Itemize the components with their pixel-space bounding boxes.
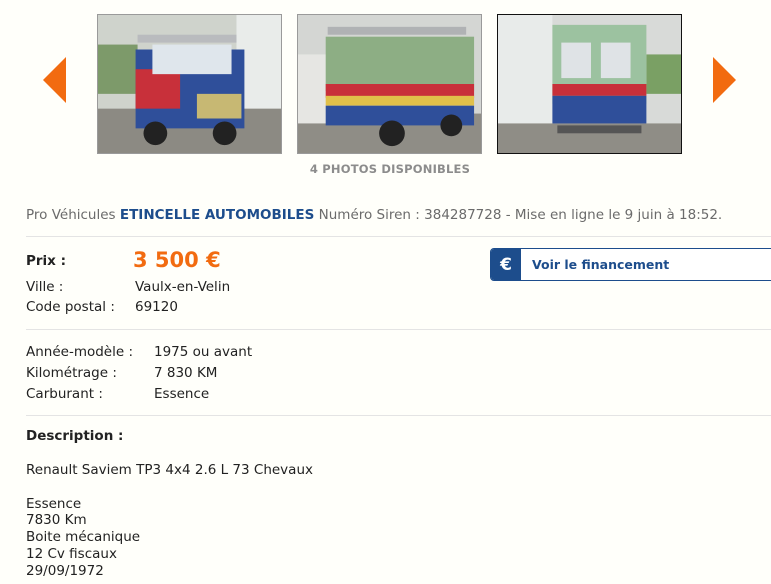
postal-label: Code postal : — [26, 299, 115, 315]
divider — [26, 329, 771, 330]
divider — [26, 415, 771, 416]
vehicle-photo-1[interactable] — [97, 14, 282, 154]
price-label: Prix : — [26, 253, 66, 269]
mileage-label: Kilométrage : — [26, 365, 117, 381]
description-line: 29/09/1972 — [26, 563, 104, 579]
seller-info: Pro Véhicules ETINCELLE AUTOMOBILES Numé… — [26, 207, 771, 223]
description-line: Essence — [26, 496, 82, 512]
seller-name-link[interactable]: ETINCELLE AUTOMOBILES — [120, 207, 314, 223]
chevron-left-icon[interactable] — [43, 57, 66, 103]
year-label: Année-modèle : — [26, 344, 134, 360]
description-line: 7830 Km — [26, 512, 87, 528]
description-heading: Description : — [26, 428, 124, 444]
listing-page: 4 PHOTOS DISPONIBLES Pro Véhicules ETINC… — [0, 0, 771, 584]
description-line: 12 Cv fiscaux — [26, 546, 117, 562]
year-value: 1975 ou avant — [154, 344, 253, 360]
chevron-right-icon[interactable] — [713, 57, 736, 103]
price-value: 3 500 € — [133, 248, 221, 272]
siren-value: 384287728 — [424, 207, 502, 223]
posted-date: - Mise en ligne le 9 juin à 18:52. — [505, 207, 723, 223]
description-title: Renault Saviem TP3 4x4 2.6 L 73 Chevaux — [26, 462, 313, 478]
postal-value: 69120 — [135, 299, 178, 315]
seller-type: Pro Véhicules — [26, 207, 116, 223]
fuel-value: Essence — [154, 386, 210, 402]
city-value: Vaulx-en-Velin — [135, 279, 231, 295]
city-label: Ville : — [26, 279, 64, 295]
euro-icon: € — [491, 249, 521, 280]
financing-button-label: Voir le financement — [532, 257, 670, 272]
financing-button[interactable]: € Voir le financement — [490, 248, 771, 281]
photos-count-label: 4 PHOTOS DISPONIBLES — [309, 162, 471, 176]
divider — [26, 236, 771, 237]
description-line: Boite mécanique — [26, 529, 141, 545]
vehicle-photo-2[interactable] — [297, 14, 482, 154]
fuel-label: Carburant : — [26, 386, 103, 402]
siren-label: Numéro Siren : — [318, 207, 420, 223]
mileage-value: 7 830 KM — [154, 365, 218, 381]
vehicle-photo-3[interactable] — [497, 14, 682, 154]
